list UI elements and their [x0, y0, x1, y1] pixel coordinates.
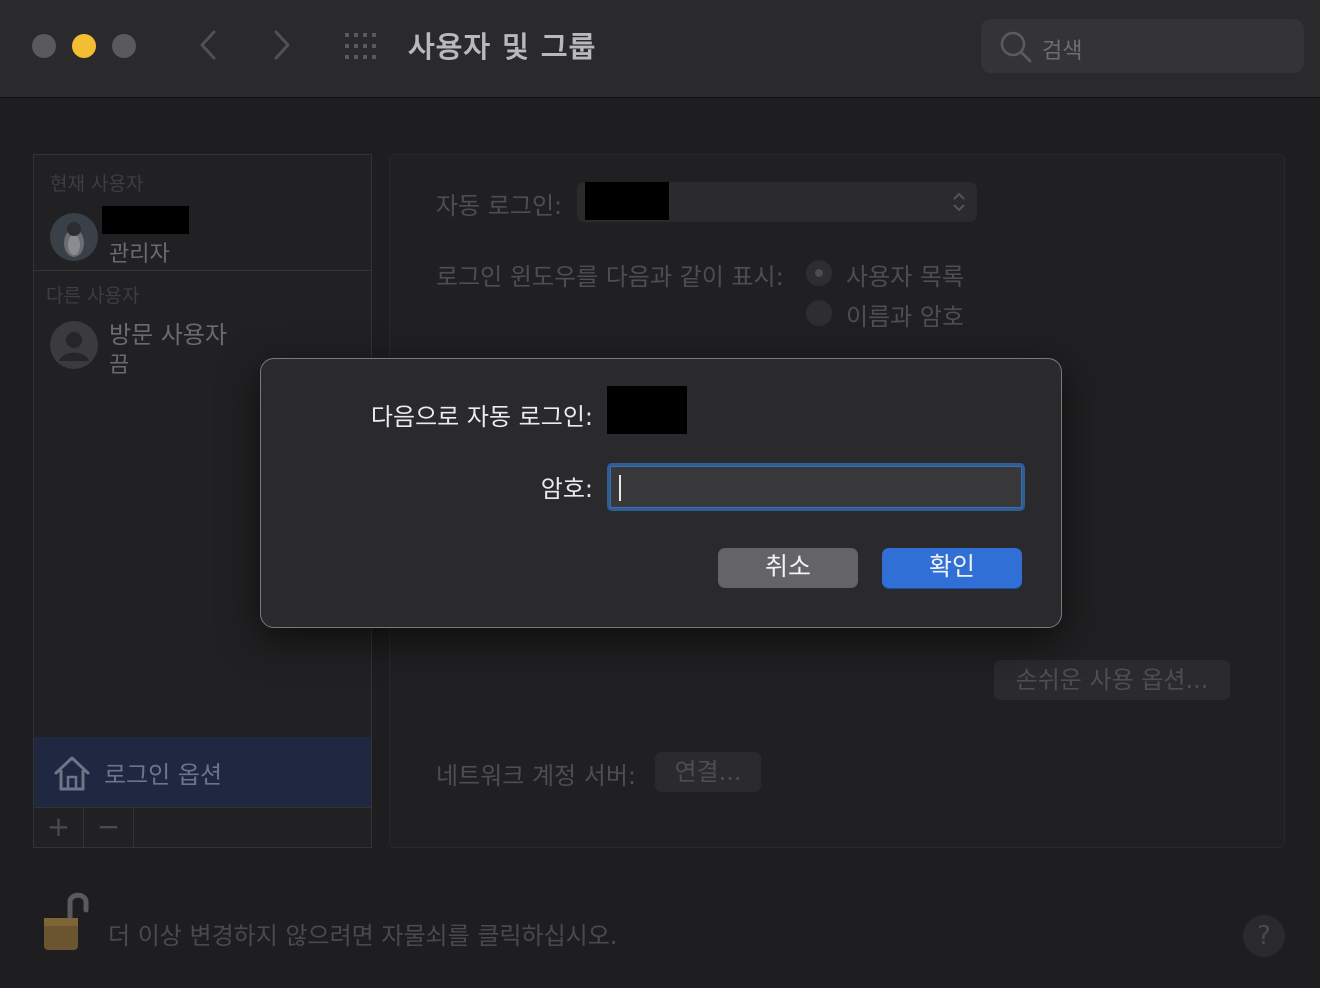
ok-button[interactable]: 확인 — [882, 548, 1022, 588]
auto-login-popup[interactable] — [577, 182, 977, 222]
current-users-header: 현재 사용자 — [50, 173, 144, 195]
network-server-label: 네트워크 계정 서버: — [436, 762, 636, 790]
password-label: 암호: — [540, 475, 593, 503]
radio-user-list-label: 사용자 목록 — [846, 263, 965, 291]
search-field[interactable]: 검색 — [981, 19, 1304, 73]
login-window-label: 로그인 윈도우를 다음과 같이 표시: — [436, 263, 784, 291]
person-silhouette-icon — [50, 321, 98, 369]
cancel-button[interactable]: 취소 — [718, 548, 858, 588]
text-caret — [619, 475, 621, 501]
penguin-avatar-icon — [50, 213, 98, 261]
redacted-popup-value — [585, 182, 669, 220]
minimize-window-button[interactable] — [72, 34, 96, 58]
help-button[interactable]: ? — [1243, 915, 1285, 957]
window-title: 사용자 및 그룹 — [408, 30, 597, 64]
radio-user-list[interactable] — [806, 260, 832, 286]
search-placeholder: 검색 — [1042, 39, 1083, 64]
auto-login-as-label: 다음으로 자동 로그인: — [370, 403, 593, 431]
home-icon — [54, 756, 90, 791]
guest-avatar — [50, 321, 98, 369]
add-user-button[interactable]: + — [34, 808, 84, 848]
password-field[interactable] — [607, 463, 1025, 511]
other-users-header: 다른 사용자 — [46, 285, 140, 307]
accessibility-options-button[interactable]: 손쉬운 사용 옵션... — [994, 660, 1230, 700]
auto-login-password-dialog: 다음으로 자동 로그인: 암호: 취소 확인 — [260, 358, 1062, 628]
radio-selected-dot — [815, 269, 823, 277]
user-avatar — [50, 213, 98, 261]
forward-chevron-icon[interactable] — [266, 28, 296, 62]
radio-name-password[interactable] — [806, 300, 832, 326]
close-window-button[interactable] — [32, 34, 56, 58]
redacted-dialog-username — [607, 386, 687, 434]
radio-name-password-label: 이름과 암호 — [846, 303, 965, 331]
back-chevron-icon[interactable] — [194, 28, 224, 62]
connect-button[interactable]: 연결... — [655, 752, 761, 792]
redacted-username — [102, 206, 189, 234]
remove-user-button[interactable]: − — [84, 808, 134, 848]
show-all-grid-icon[interactable] — [344, 31, 382, 61]
sidebar-toolbar: + − — [34, 807, 371, 848]
sidebar-item-login-options[interactable]: 로그인 옵션 — [34, 737, 371, 807]
window-titlebar: 사용자 및 그룹 검색 — [0, 0, 1320, 98]
sidebar-item-label: 로그인 옵션 — [104, 761, 223, 789]
sidebar-divider — [34, 270, 371, 271]
popup-arrows-icon — [953, 192, 965, 212]
lock-hint-text: 더 이상 변경하지 않으려면 자물쇠를 클릭하십시오. — [108, 922, 618, 950]
auto-login-label: 자동 로그인: — [436, 192, 563, 220]
current-user-role: 관리자 — [109, 242, 170, 267]
zoom-window-button[interactable] — [112, 34, 136, 58]
unlocked-padlock-icon[interactable] — [40, 888, 92, 954]
search-icon — [1000, 31, 1032, 63]
guest-user-name: 방문 사용자 — [109, 321, 228, 349]
guest-user-status: 끔 — [109, 353, 130, 378]
